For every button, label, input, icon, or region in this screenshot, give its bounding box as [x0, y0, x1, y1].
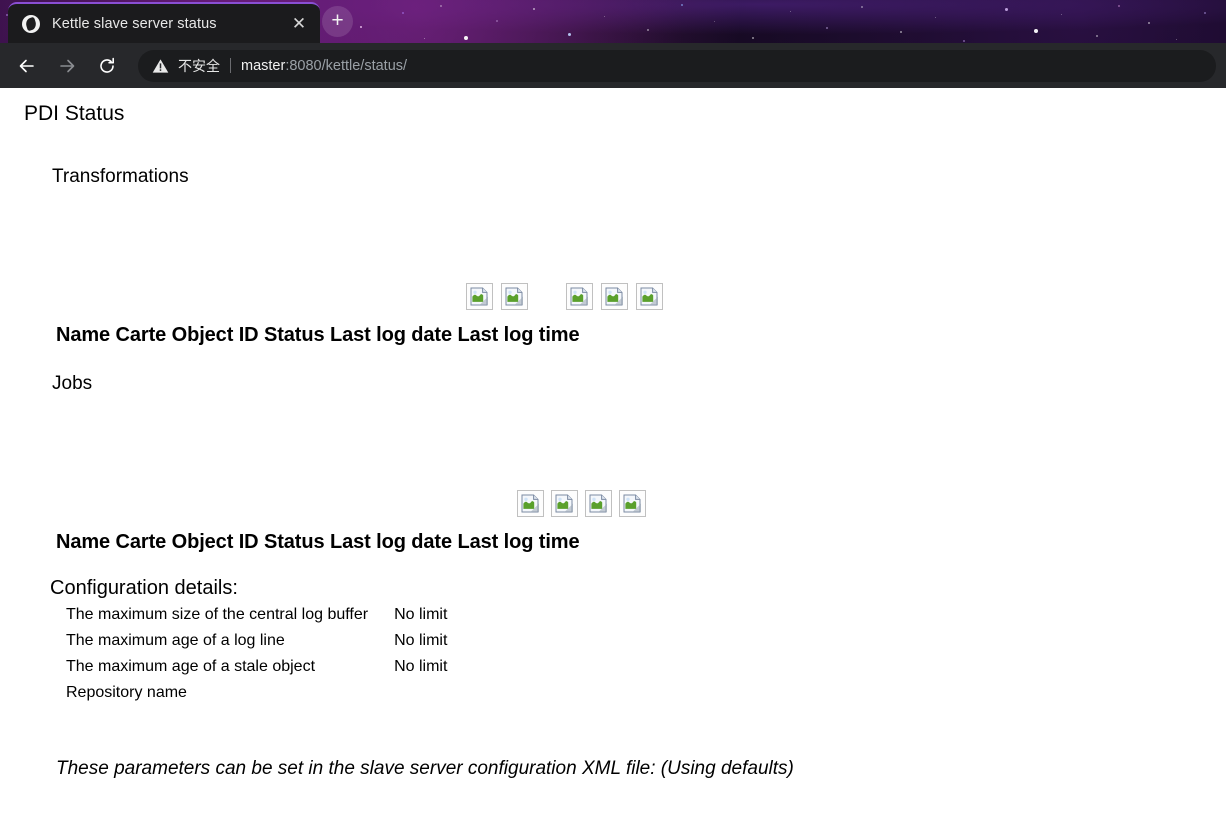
- browser-window: Kettle slave server status ✕ + 不安全 maste…: [0, 0, 1226, 817]
- config-value: [368, 684, 447, 710]
- config-value: No limit: [394, 632, 448, 649]
- jobs-table-header: Name Carte Object ID Status Last log dat…: [56, 531, 580, 553]
- forward-arrow-icon: [60, 59, 75, 72]
- broken-image-icon[interactable]: [466, 283, 493, 310]
- config-footnote: These parameters can be set in the slave…: [56, 758, 794, 779]
- new-tab-button[interactable]: +: [322, 6, 353, 37]
- browser-tab-active[interactable]: Kettle slave server status ✕: [8, 2, 320, 43]
- address-bar[interactable]: 不安全 master:8080/kettle/status/: [138, 49, 1216, 82]
- reload-button[interactable]: [90, 49, 124, 83]
- section-heading-jobs: Jobs: [52, 373, 93, 394]
- config-details-title: Configuration details:: [50, 577, 238, 599]
- url-host: master: [241, 57, 286, 74]
- table-row: The maximum age of a stale object No lim…: [66, 658, 447, 684]
- broken-image-icon[interactable]: [601, 283, 628, 310]
- broken-image-icon[interactable]: [566, 283, 593, 310]
- transformations-table-header: Name Carte Object ID Status Last log dat…: [56, 324, 580, 346]
- config-value: No limit: [394, 606, 448, 623]
- config-label: The maximum age of a stale object: [66, 658, 316, 675]
- broken-image-icon[interactable]: [517, 490, 544, 517]
- config-value: No limit: [394, 658, 448, 675]
- page-title: PDI Status: [24, 102, 125, 125]
- broken-image-icon[interactable]: [636, 283, 663, 310]
- back-arrow-icon: [19, 59, 34, 72]
- tab-title: Kettle slave server status: [52, 15, 217, 32]
- config-label: The maximum size of the central log buff…: [66, 606, 369, 623]
- close-icon[interactable]: ✕: [284, 9, 314, 39]
- url-path: :8080/kettle/status/: [285, 57, 408, 74]
- reload-icon: [100, 57, 114, 73]
- kettle-globe-icon: [22, 14, 40, 33]
- broken-image-icon[interactable]: [501, 283, 528, 310]
- jobs-toolbar-icons: [517, 490, 646, 517]
- config-details-table: The maximum size of the central log buff…: [66, 606, 447, 710]
- table-row: The maximum age of a log line No limit: [66, 632, 447, 658]
- section-heading-transformations: Transformations: [52, 166, 189, 187]
- table-row: The maximum size of the central log buff…: [66, 606, 447, 632]
- config-label: The maximum age of a log line: [66, 632, 285, 649]
- broken-image-icon[interactable]: [619, 490, 646, 517]
- omnibox-separator: [230, 58, 231, 73]
- broken-image-icon[interactable]: [551, 490, 578, 517]
- insecure-label: 不安全: [178, 57, 220, 74]
- table-row: Repository name: [66, 684, 447, 710]
- transformations-toolbar-icons: [466, 283, 663, 310]
- back-button[interactable]: [10, 49, 44, 83]
- config-label: Repository name: [66, 684, 187, 701]
- page-viewport: PDI Status Transformations Name Carte Ob…: [0, 88, 1226, 817]
- tab-strip: Kettle slave server status ✕ +: [0, 0, 1226, 43]
- forward-button[interactable]: [50, 49, 84, 83]
- browser-toolbar: 不安全 master:8080/kettle/status/: [0, 43, 1226, 88]
- broken-image-icon[interactable]: [585, 490, 612, 517]
- warning-triangle-icon: [152, 58, 169, 74]
